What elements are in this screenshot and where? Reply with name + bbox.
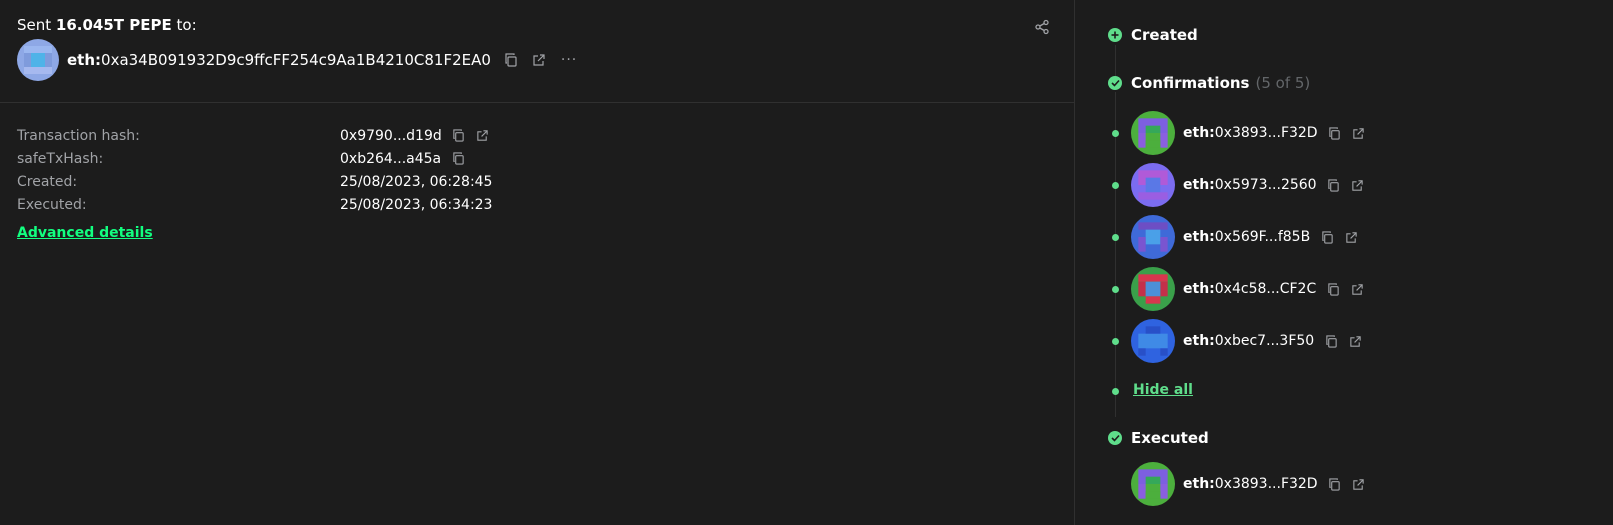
- owner-address: 0x3893...F32D: [1214, 125, 1318, 141]
- timeline-step-created: Created: [1108, 26, 1198, 44]
- confirmation-owner: eth:0x569F...f85B: [1131, 215, 1358, 259]
- owner-address: 0xbec7...3F50: [1214, 333, 1315, 349]
- copy-icon[interactable]: [503, 52, 519, 68]
- timeline-dot: [1112, 234, 1119, 241]
- external-link-icon[interactable]: [476, 129, 490, 143]
- copy-icon[interactable]: [451, 152, 465, 166]
- external-link-icon[interactable]: [531, 52, 547, 68]
- external-link-icon[interactable]: [1352, 126, 1366, 140]
- confirmation-owner: eth:0x5973...2560: [1131, 163, 1365, 207]
- avatar: [1131, 215, 1175, 259]
- confirmation-owner: eth:0x4c58...CF2C: [1131, 267, 1364, 311]
- transaction-info-panel: Sent 16.045T PEPE to: eth:0xa34B091932D9…: [0, 0, 1075, 525]
- transfer-summary: Sent 16.045T PEPE to:: [17, 16, 197, 34]
- timeline-dot: [1112, 388, 1119, 395]
- more-icon[interactable]: ···: [561, 52, 577, 68]
- confirmation-owner: eth:0x3893...F32D: [1131, 111, 1366, 155]
- avatar: [1131, 267, 1175, 311]
- timeline-dot: [1112, 286, 1119, 293]
- external-link-icon[interactable]: [1350, 282, 1364, 296]
- copy-icon[interactable]: [1326, 282, 1340, 296]
- owner-address: 0x4c58...CF2C: [1214, 281, 1317, 297]
- external-link-icon[interactable]: [1344, 230, 1358, 244]
- avatar: [1131, 163, 1175, 207]
- summary-suffix: to:: [176, 16, 197, 34]
- recipient-address: eth:0xa34B091932D9c9ffcFF254c9Aa1B4210C8…: [67, 50, 491, 69]
- transaction-hash-value: 0x9790...d19d: [340, 127, 442, 144]
- timeline-connector: [1115, 92, 1116, 417]
- transfer-amount: 16.045T PEPE: [55, 16, 172, 34]
- confirmations-count: (5 of 5): [1255, 74, 1311, 92]
- owner-address: 0x569F...f85B: [1214, 229, 1311, 245]
- timeline-dot: [1112, 182, 1119, 189]
- avatar: [1131, 462, 1175, 506]
- avatar: [1131, 319, 1175, 363]
- copy-icon[interactable]: [1328, 477, 1342, 491]
- plus-circle-icon: [1108, 28, 1122, 42]
- detail-row-executed: Executed: 25/08/2023, 06:34:23: [17, 196, 493, 213]
- divider: [0, 102, 1075, 103]
- copy-icon[interactable]: [1320, 230, 1334, 244]
- owner-address: 0x5973...2560: [1214, 177, 1317, 193]
- copy-icon[interactable]: [1328, 126, 1342, 140]
- advanced-details-link[interactable]: Advanced details: [17, 225, 153, 241]
- hide-all-link[interactable]: Hide all: [1133, 382, 1193, 398]
- summary-prefix: Sent: [17, 16, 52, 34]
- detail-row-transaction-hash: Transaction hash: 0x9790...d19d: [17, 124, 492, 147]
- detail-row-safe-tx-hash: safeTxHash: 0xb264...a45a: [17, 147, 492, 170]
- details-list: Transaction hash: 0x9790...d19d safeTxHa…: [17, 124, 493, 242]
- check-circle-icon: [1108, 431, 1122, 445]
- copy-icon[interactable]: [1327, 178, 1341, 192]
- timeline-dot: [1112, 130, 1119, 137]
- recipient-row: eth:0xa34B091932D9c9ffcFF254c9Aa1B4210C8…: [17, 38, 577, 81]
- copy-icon[interactable]: [452, 129, 466, 143]
- share-icon[interactable]: [1034, 19, 1052, 37]
- executed-value: 25/08/2023, 06:34:23: [340, 196, 493, 213]
- timeline-step-executed: Executed: [1108, 429, 1209, 447]
- external-link-icon[interactable]: [1348, 334, 1362, 348]
- timeline-step-confirmations: Confirmations (5 of 5): [1108, 74, 1310, 92]
- confirmation-owner: eth:0xbec7...3F50: [1131, 319, 1362, 363]
- safe-tx-hash-value: 0xb264...a45a: [340, 150, 442, 167]
- avatar: [17, 38, 59, 81]
- external-link-icon[interactable]: [1352, 477, 1366, 491]
- timeline-dot: [1112, 338, 1119, 345]
- avatar: [1131, 111, 1175, 155]
- owner-address: 0x3893...F32D: [1214, 476, 1318, 492]
- external-link-icon[interactable]: [1351, 178, 1365, 192]
- detail-row-created: Created: 25/08/2023, 06:28:45: [17, 173, 493, 190]
- transaction-details: Sent 16.045T PEPE to: eth:0xa34B091932D9…: [0, 0, 1613, 525]
- created-value: 25/08/2023, 06:28:45: [340, 173, 493, 190]
- copy-icon[interactable]: [1324, 334, 1338, 348]
- check-circle-icon: [1108, 76, 1122, 90]
- executor-owner: eth:0x3893...F32D: [1131, 462, 1366, 506]
